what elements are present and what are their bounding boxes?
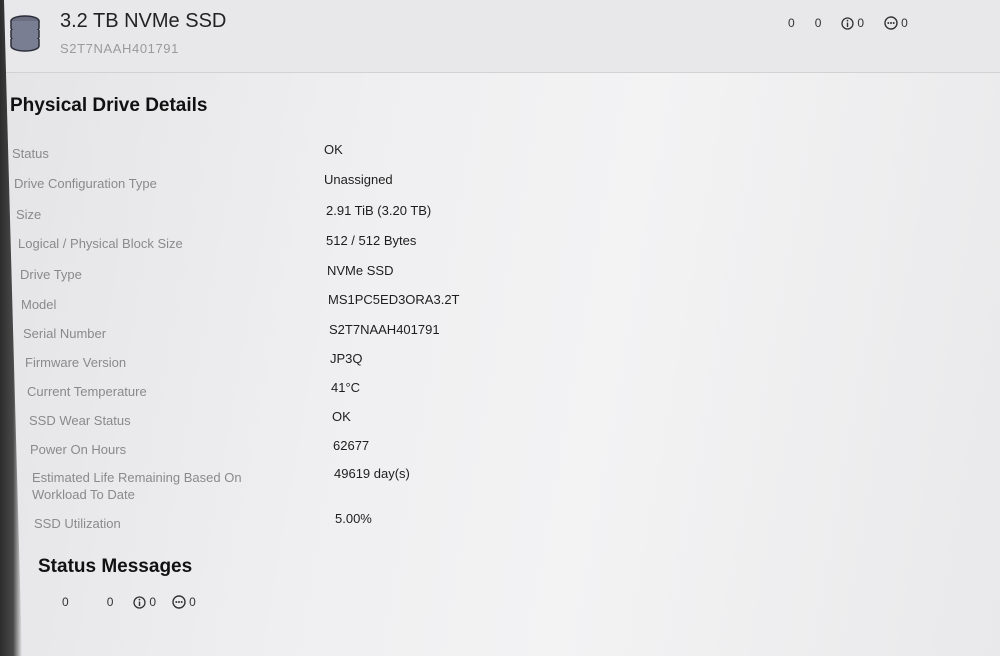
info-count[interactable]: 0 [841,16,864,30]
value-ssd-wear-status: OK [332,409,351,424]
value-model: MS1PC5ED3ORA3.2T [328,292,460,307]
physical-drive-details-heading: Physical Drive Details [10,95,208,116]
unknown-count[interactable]: 0 [884,16,908,30]
warning-count[interactable]: 0 [815,16,822,30]
value-power-on-hours: 62677 [333,438,370,453]
label-drive-type: Drive Type [20,267,82,282]
drive-title: 3.2 TB NVMe SSD [60,10,227,32]
label-estimated-life-remaining: Estimated Life Remaining Based On Worklo… [32,470,242,502]
header-status-counters: 0 0 0 0 [788,16,908,30]
label-status: Status [12,146,49,161]
value-size: 2.91 TiB (3.20 TB) [326,203,432,218]
unknown-message-count[interactable]: 0 [172,595,196,609]
value-serial-number: S2T7NAAH401791 [329,322,440,337]
value-status: OK [324,142,343,157]
unknown-status-icon [172,595,186,609]
label-model: Model [21,297,57,312]
critical-count[interactable]: 0 [788,16,795,30]
value-drive-configuration-type: Unassigned [324,172,393,187]
label-size: Size [16,207,42,222]
value-block-size: 512 / 512 Bytes [326,233,417,248]
value-estimated-life-remaining: 49619 day(s) [334,466,410,481]
status-message-counters: 0 0 0 0 [62,595,196,609]
label-serial-number: Serial Number [23,326,107,341]
label-firmware-version: Firmware Version [25,355,127,370]
value-drive-type: NVMe SSD [327,263,394,278]
info-icon [841,16,855,30]
value-ssd-utilization: 5.00% [335,511,372,526]
drive-serial: S2T7NAAH401791 [60,41,179,56]
label-current-temperature: Current Temperature [27,384,147,399]
label-drive-configuration-type: Drive Configuration Type [14,176,157,191]
unknown-status-icon [884,16,898,30]
drive-stack-icon [10,15,40,52]
label-ssd-wear-status: SSD Wear Status [29,413,131,428]
label-power-on-hours: Power On Hours [30,442,127,457]
value-current-temperature: 41°C [331,380,361,395]
info-icon [133,595,147,609]
value-firmware-version: JP3Q [330,351,363,366]
label-block-size: Logical / Physical Block Size [18,236,183,251]
screen: 3.2 TB NVMe SSD S2T7NAAH401791 0 0 0 0 P… [0,0,1000,656]
critical-message-count[interactable]: 0 [62,595,69,609]
info-message-count[interactable]: 0 [133,595,156,609]
warning-message-count[interactable]: 0 [107,595,114,609]
header-bar: 3.2 TB NVMe SSD S2T7NAAH401791 0 0 0 0 [0,0,1000,73]
status-messages-heading: Status Messages [38,556,193,577]
label-ssd-utilization: SSD Utilization [34,516,121,531]
